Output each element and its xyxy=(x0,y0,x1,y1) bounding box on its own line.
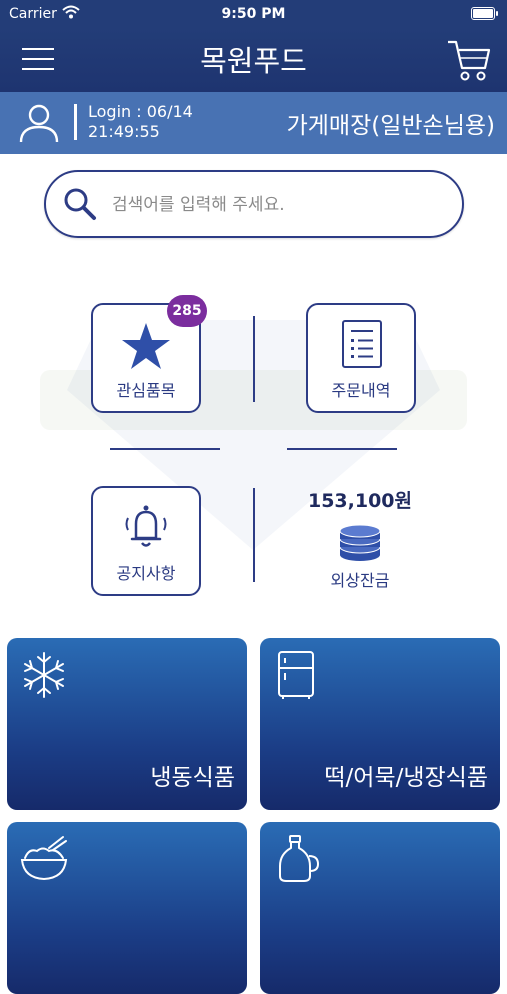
notices-button[interactable]: 공지사항 xyxy=(91,486,201,596)
category-label: 떡/어묵/냉장식품 xyxy=(324,765,488,791)
search-input[interactable] xyxy=(110,186,444,224)
refrigerator-icon xyxy=(278,651,314,699)
notices-label: 공지사항 xyxy=(116,564,176,583)
balance-amount: 153,100원 xyxy=(307,490,413,512)
search-bar[interactable] xyxy=(44,170,464,238)
grid-divider-horizontal-left xyxy=(110,448,220,450)
category-label: 냉동식품 xyxy=(150,765,235,791)
grid-divider-horizontal-right xyxy=(287,448,397,450)
app-title: 목원푸드 xyxy=(200,44,307,78)
grid-divider-vertical-bottom xyxy=(253,488,255,582)
oil-bottle-icon xyxy=(279,835,319,882)
category-card-4[interactable] xyxy=(260,822,500,994)
user-bar-divider xyxy=(74,104,77,140)
battery-icon xyxy=(471,7,498,20)
star-icon xyxy=(122,323,170,369)
bell-icon xyxy=(125,505,167,547)
user-icon[interactable] xyxy=(18,102,60,144)
order-history-label: 주문내역 xyxy=(331,381,391,400)
favorites-label: 관심품목 xyxy=(116,381,176,400)
balance-label: 외상잔금 xyxy=(330,571,390,590)
category-rice-cake-fishcake-refrigerated[interactable]: 떡/어묵/냉장식품 xyxy=(260,638,500,810)
search-icon[interactable] xyxy=(62,186,98,222)
user-info-bar: Login : 06/14 21:49:55 가게매장(일반손님용) xyxy=(0,92,507,154)
login-clock: 21:49:55 xyxy=(88,122,160,141)
grid-divider-vertical-top xyxy=(253,316,255,402)
clock: 9:50 PM xyxy=(221,6,286,22)
rice-bowl-icon xyxy=(20,836,68,881)
favorites-button[interactable]: 관심품목 285 xyxy=(91,295,207,413)
navigation-bar: 목원푸드 xyxy=(0,28,507,92)
status-bar: Carrier 9:50 PM xyxy=(0,0,507,28)
login-date: Login : 06/14 xyxy=(88,102,193,121)
favorites-count-badge: 285 xyxy=(167,295,207,327)
outstanding-balance[interactable]: 153,100원 외상잔금 xyxy=(300,486,420,591)
store-name[interactable]: 가게매장(일반손님용) xyxy=(287,106,495,140)
document-list-icon xyxy=(342,320,382,368)
order-history-button[interactable]: 주문내역 xyxy=(306,303,416,413)
snowflake-icon xyxy=(24,652,64,698)
login-time: Login : 06/14 21:49:55 xyxy=(88,102,193,142)
category-frozen-food[interactable]: 냉동식품 xyxy=(7,638,247,810)
shopping-cart-icon[interactable] xyxy=(445,36,493,84)
category-card-3[interactable] xyxy=(7,822,247,994)
coin-stack-icon xyxy=(339,524,381,561)
